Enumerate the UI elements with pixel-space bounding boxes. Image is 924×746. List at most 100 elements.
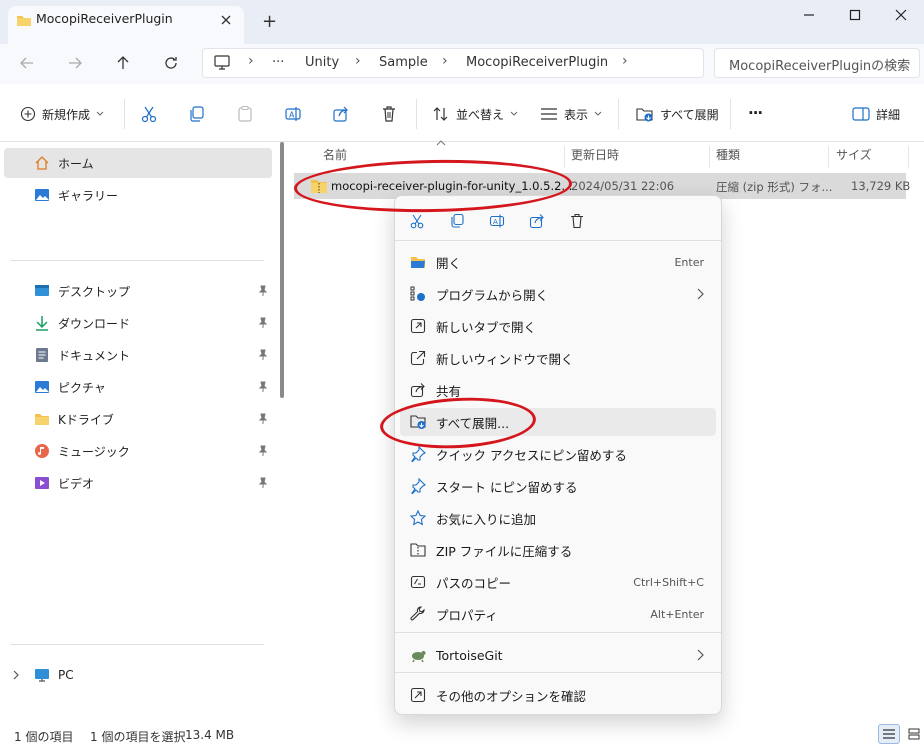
details-view-button[interactable]: [878, 724, 900, 744]
menu-item-properties[interactable]: プロパティ Alt+Enter: [400, 600, 716, 628]
zip-folder-icon: [410, 543, 426, 557]
menu-copy-button[interactable]: [444, 210, 470, 232]
sidebar-item-downloads[interactable]: ダウンロード: [4, 308, 272, 338]
sidebar-item-gallery[interactable]: ギャラリー: [4, 180, 272, 210]
back-button[interactable]: [12, 49, 42, 77]
sidebar-item-music[interactable]: ミュージック: [4, 436, 272, 466]
menu-rename-button[interactable]: A: [484, 210, 510, 232]
view-button[interactable]: 表示: [540, 104, 602, 124]
new-tab-button[interactable]: +: [262, 11, 277, 32]
share-icon: [410, 383, 425, 398]
column-header-name[interactable]: 名前: [323, 146, 347, 163]
file-size: 13,729 KB: [851, 179, 911, 193]
scissors-icon: [410, 214, 424, 229]
menu-item-tortoisegit[interactable]: TortoiseGit: [400, 641, 716, 669]
sidebar-item-pc[interactable]: PC: [4, 660, 272, 690]
breadcrumb-separator-icon: ›: [248, 53, 254, 69]
tab-close-icon[interactable]: [220, 14, 232, 26]
sidebar-item-k-drive[interactable]: Kドライブ: [4, 404, 272, 434]
breadcrumb-mocopireceiverplugin[interactable]: MocopiReceiverPlugin: [466, 55, 608, 70]
video-icon: [35, 477, 49, 489]
column-header-type[interactable]: 種類: [716, 146, 740, 163]
sidebar-item-videos[interactable]: ビデオ: [4, 468, 272, 498]
extract-all-label: すべて展開: [660, 107, 719, 122]
pin-icon: [411, 446, 426, 462]
minimize-button[interactable]: [786, 0, 832, 30]
cut-button[interactable]: [140, 104, 158, 124]
sidebar-item-label: ピクチャ: [58, 380, 106, 395]
chevron-down-icon: [594, 111, 602, 116]
menu-item-add-favorites[interactable]: お気に入りに追加: [400, 504, 716, 532]
more-options-button[interactable]: ···: [748, 104, 763, 122]
close-button[interactable]: [878, 0, 924, 30]
star-icon: [410, 510, 426, 526]
breadcrumb-separator-icon[interactable]: ›: [622, 53, 628, 69]
extract-folder-icon: [636, 108, 653, 122]
menu-item-open-new-window[interactable]: 新しいウィンドウで開く: [400, 344, 716, 372]
menu-divider: [395, 672, 721, 673]
maximize-button[interactable]: [832, 0, 878, 30]
sidebar-divider: [10, 644, 264, 645]
sidebar-item-desktop[interactable]: デスクトップ: [4, 276, 272, 306]
menu-item-show-more-options[interactable]: その他のオプションを確認: [400, 681, 716, 709]
extract-all-button[interactable]: すべて展開: [636, 104, 719, 124]
file-date: 2024/05/31 22:06: [571, 179, 675, 193]
menu-divider: [395, 240, 721, 241]
tiles-view-icon: [908, 728, 920, 740]
menu-delete-button[interactable]: [564, 210, 590, 232]
breadcrumb-more[interactable]: ···: [272, 55, 284, 70]
new-window-icon: [410, 350, 426, 366]
column-divider[interactable]: [908, 146, 909, 168]
column-divider[interactable]: [709, 146, 710, 168]
share-button[interactable]: [332, 104, 350, 124]
column-header-date[interactable]: 更新日時: [571, 146, 619, 163]
menu-item-open[interactable]: 開く Enter: [400, 248, 716, 276]
menu-item-label: プロパティ: [436, 607, 498, 623]
rename-icon: A: [285, 107, 301, 121]
menu-item-open-new-tab[interactable]: 新しいタブで開く: [400, 312, 716, 340]
tiles-view-button[interactable]: [904, 724, 924, 744]
sidebar-item-home[interactable]: ホーム: [4, 148, 272, 178]
new-button[interactable]: 新規作成: [20, 104, 104, 124]
column-header-size[interactable]: サイズ: [836, 146, 872, 163]
menu-item-pin-start[interactable]: スタート にピン留めする: [400, 472, 716, 500]
menu-item-label: TortoiseGit: [436, 647, 503, 663]
download-icon: [36, 316, 48, 331]
details-button[interactable]: 詳細: [852, 104, 900, 124]
forward-button[interactable]: [60, 49, 90, 77]
sidebar-item-documents[interactable]: ドキュメント: [4, 340, 272, 370]
view-button-label: 表示: [564, 107, 589, 122]
sidebar-item-label: ビデオ: [58, 476, 95, 491]
paste-button[interactable]: [236, 104, 254, 124]
copy-button[interactable]: [188, 104, 206, 124]
menu-cut-button[interactable]: [404, 210, 430, 232]
delete-button[interactable]: [380, 104, 398, 124]
menu-item-open-with[interactable]: プログラムから開く: [400, 280, 716, 308]
rename-icon: A: [489, 214, 505, 228]
view-list-icon: [541, 108, 557, 120]
menu-share-button[interactable]: [524, 210, 550, 232]
menu-item-label: ZIP ファイルに圧縮する: [436, 543, 573, 559]
open-folder-icon: [411, 257, 425, 268]
tortoise-icon: [412, 651, 426, 663]
sidebar-scrollbar[interactable]: [280, 142, 284, 398]
column-divider[interactable]: [564, 146, 565, 168]
menu-item-label: その他のオプションを確認: [436, 688, 587, 704]
pin-icon: [258, 317, 268, 328]
sidebar-item-label: ホーム: [58, 156, 94, 171]
refresh-button[interactable]: [156, 49, 186, 77]
menu-item-copy-path[interactable]: パスのコピー Ctrl+Shift+C: [400, 568, 716, 596]
sidebar-item-pictures[interactable]: ピクチャ: [4, 372, 272, 402]
breadcrumb-sample[interactable]: Sample: [379, 55, 428, 70]
toolbar-divider: [124, 99, 125, 129]
column-divider[interactable]: [828, 146, 829, 168]
sidebar-divider: [10, 260, 264, 261]
details-pane-icon: [852, 107, 870, 121]
up-button[interactable]: [108, 49, 138, 77]
menu-item-compress-zip[interactable]: ZIP ファイルに圧縮する: [400, 536, 716, 564]
breadcrumb-unity[interactable]: Unity: [305, 55, 339, 70]
wrench-icon: [410, 606, 425, 621]
breadcrumb-separator-icon: ›: [355, 53, 361, 69]
sort-button[interactable]: 並べ替え: [432, 104, 518, 124]
rename-button[interactable]: A: [284, 104, 302, 124]
